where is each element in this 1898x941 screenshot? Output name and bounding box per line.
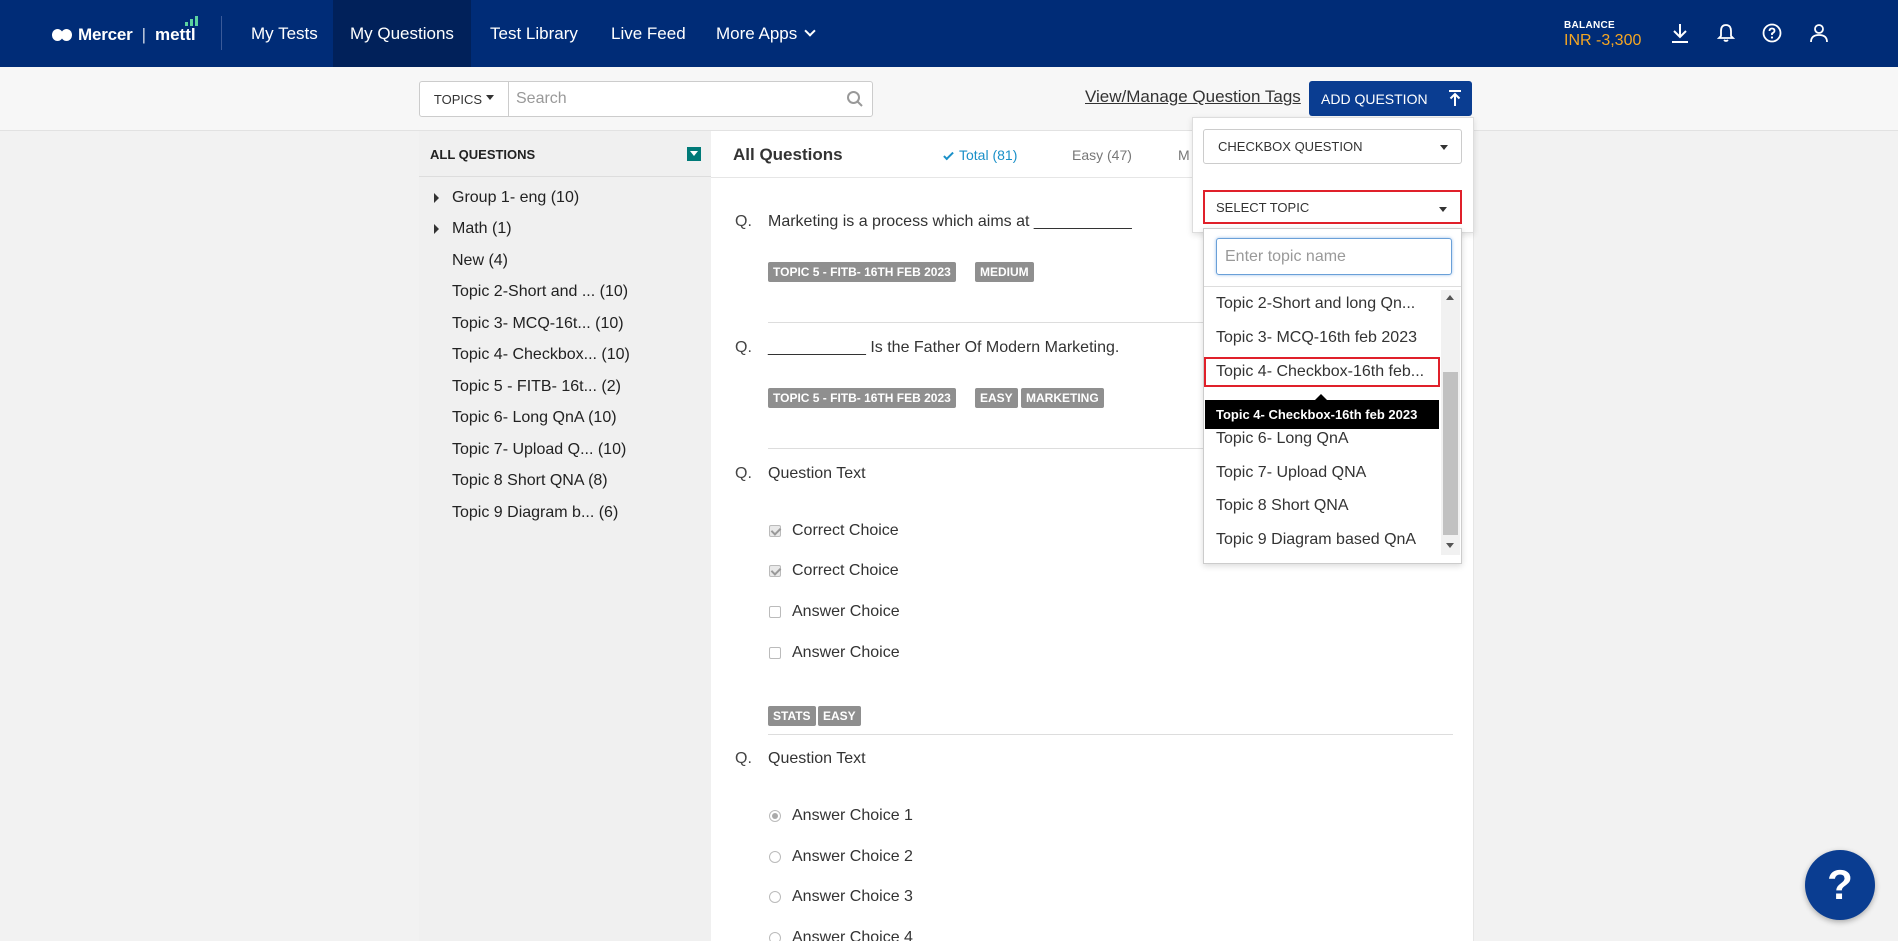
tag-badge: TOPIC 5 - FITB- 16TH FEB 2023: [768, 262, 956, 282]
sidebar-item-topic-4[interactable]: Topic 4- Checkbox... (10): [452, 346, 630, 364]
choice-label: Answer Choice: [792, 603, 900, 620]
topic-option-6[interactable]: Topic 6- Long QnA: [1216, 430, 1349, 448]
tag-badge: TOPIC 5 - FITB- 16TH FEB 2023: [768, 388, 956, 408]
search-icon[interactable]: [846, 90, 864, 108]
choice-radio: [769, 810, 781, 822]
topic-option-7[interactable]: Topic 7- Upload QNA: [1216, 464, 1366, 482]
difficulty-badge: EASY: [975, 388, 1018, 408]
caret-down-icon: [1439, 207, 1447, 212]
tag-badge: STATS: [768, 706, 816, 726]
topic-tooltip: Topic 4- Checkbox-16th feb 2023: [1205, 394, 1439, 429]
difficulty-badge: EASY: [818, 706, 861, 726]
top-navbar: Mercer | mettl My Tests My Questions Tes…: [0, 0, 1898, 67]
search-input[interactable]: [508, 81, 873, 117]
choice-label: Answer Choice 1: [792, 807, 913, 824]
sidebar-item-topic-3[interactable]: Topic 3- MCQ-16t... (10): [452, 315, 624, 333]
topic-option-2[interactable]: Topic 2-Short and long Qn...: [1216, 295, 1415, 313]
topic-option-4[interactable]: Topic 4- Checkbox-16th feb...: [1204, 357, 1440, 387]
upload-arrow-icon: [1448, 90, 1462, 110]
question-marker: Q.: [735, 339, 752, 356]
nav-my-questions[interactable]: My Questions: [333, 0, 471, 67]
sidebar-item-group-1-eng[interactable]: Group 1- eng (10): [452, 189, 579, 207]
topics-dropdown-button[interactable]: TOPICS: [419, 81, 509, 117]
question-marker: Q.: [735, 213, 752, 230]
view-manage-tags-link[interactable]: View/Manage Question Tags: [1085, 87, 1301, 107]
topic-option-8[interactable]: Topic 8 Short QNA: [1216, 497, 1349, 515]
question-text[interactable]: Question Text: [768, 465, 866, 483]
question-text[interactable]: Marketing is a process which aims at ___…: [768, 213, 1132, 231]
sidebar-item-new[interactable]: New (4): [452, 252, 508, 270]
question-marker: Q.: [735, 750, 752, 767]
sidebar-collapse-toggle[interactable]: [687, 147, 701, 161]
question-text[interactable]: ___________ Is the Father Of Modern Mark…: [768, 339, 1119, 357]
select-topic-dropdown[interactable]: SELECT TOPIC: [1203, 190, 1462, 224]
page-title: All Questions: [733, 145, 843, 164]
balance: BALANCE INR -3,300: [1564, 20, 1642, 49]
sidebar-item-topic-2[interactable]: Topic 2-Short and ... (10): [452, 283, 628, 301]
mettl-bars-icon: [184, 16, 198, 26]
topic-search-input[interactable]: [1216, 238, 1452, 275]
nav-my-tests[interactable]: My Tests: [234, 0, 335, 67]
expand-arrow-icon[interactable]: [434, 193, 439, 203]
download-icon[interactable]: [1667, 20, 1693, 46]
sidebar-item-topic-9[interactable]: Topic 9 Diagram b... (6): [452, 504, 618, 522]
bell-icon[interactable]: [1713, 20, 1739, 46]
toolbar: [0, 67, 1898, 131]
choice-label: Correct Choice: [792, 522, 899, 539]
choice-radio: [769, 891, 781, 903]
nav-test-library[interactable]: Test Library: [473, 0, 595, 67]
choice-radio: [769, 851, 781, 863]
caret-down-icon: [1440, 145, 1448, 150]
choice-label: Answer Choice 3: [792, 888, 913, 905]
choice-label: Answer Choice: [792, 644, 900, 661]
sidebar-title[interactable]: ALL QUESTIONS: [430, 147, 535, 162]
user-icon[interactable]: [1806, 20, 1832, 46]
chevron-down-icon: [804, 25, 816, 37]
choice-label: Correct Choice: [792, 562, 899, 579]
mercer-mettl-logo[interactable]: Mercer | mettl: [52, 16, 198, 50]
question-text[interactable]: Question Text: [768, 750, 866, 768]
help-chat-button[interactable]: ?: [1805, 850, 1875, 920]
choice-label: Answer Choice 4: [792, 929, 913, 941]
choice-label: Answer Choice 2: [792, 848, 913, 865]
nav-live-feed[interactable]: Live Feed: [594, 0, 703, 67]
nav-more-apps[interactable]: More Apps: [699, 0, 831, 67]
nav-divider: [221, 16, 222, 50]
choice-radio: [769, 932, 781, 941]
question-type-select[interactable]: CHECKBOX QUESTION: [1203, 129, 1462, 164]
topic-option-3[interactable]: Topic 3- MCQ-16th feb 2023: [1216, 329, 1417, 347]
divider: [1204, 286, 1461, 287]
question-marker: Q.: [735, 465, 752, 482]
add-question-button[interactable]: ADD QUESTION: [1309, 81, 1472, 116]
filter-medium[interactable]: M: [1178, 147, 1190, 163]
expand-arrow-icon[interactable]: [434, 224, 439, 234]
filter-total[interactable]: Total (81): [943, 147, 1017, 163]
scroll-down-arrow-icon[interactable]: [1446, 543, 1454, 548]
sidebar-item-topic-7[interactable]: Topic 7- Upload Q... (10): [452, 441, 626, 459]
sidebar-item-topic-8[interactable]: Topic 8 Short QNA (8): [452, 472, 608, 490]
choice-checkbox: [769, 525, 781, 537]
mercer-logo-icon: [52, 29, 72, 41]
caret-down-icon: [486, 95, 495, 100]
sidebar-item-math[interactable]: Math (1): [452, 220, 512, 238]
sidebar-item-topic-6[interactable]: Topic 6- Long QnA (10): [452, 409, 617, 427]
choice-checkbox: [769, 565, 781, 577]
balance-amount: INR -3,300: [1564, 32, 1642, 49]
difficulty-badge: MEDIUM: [975, 262, 1034, 282]
scrollbar-thumb[interactable]: [1443, 372, 1458, 535]
choice-checkbox: [769, 606, 781, 618]
choice-checkbox: [769, 647, 781, 659]
topic-option-9[interactable]: Topic 9 Diagram based QnA: [1216, 531, 1416, 549]
mettl-wordmark: mettl: [155, 16, 198, 45]
tag-badge: MARKETING: [1021, 388, 1104, 408]
scroll-up-arrow-icon[interactable]: [1446, 295, 1454, 300]
divider: [768, 734, 1453, 735]
sidebar-item-topic-5[interactable]: Topic 5 - FITB- 16t... (2): [452, 378, 621, 396]
filter-easy[interactable]: Easy (47): [1072, 147, 1132, 163]
help-icon[interactable]: [1759, 20, 1785, 46]
